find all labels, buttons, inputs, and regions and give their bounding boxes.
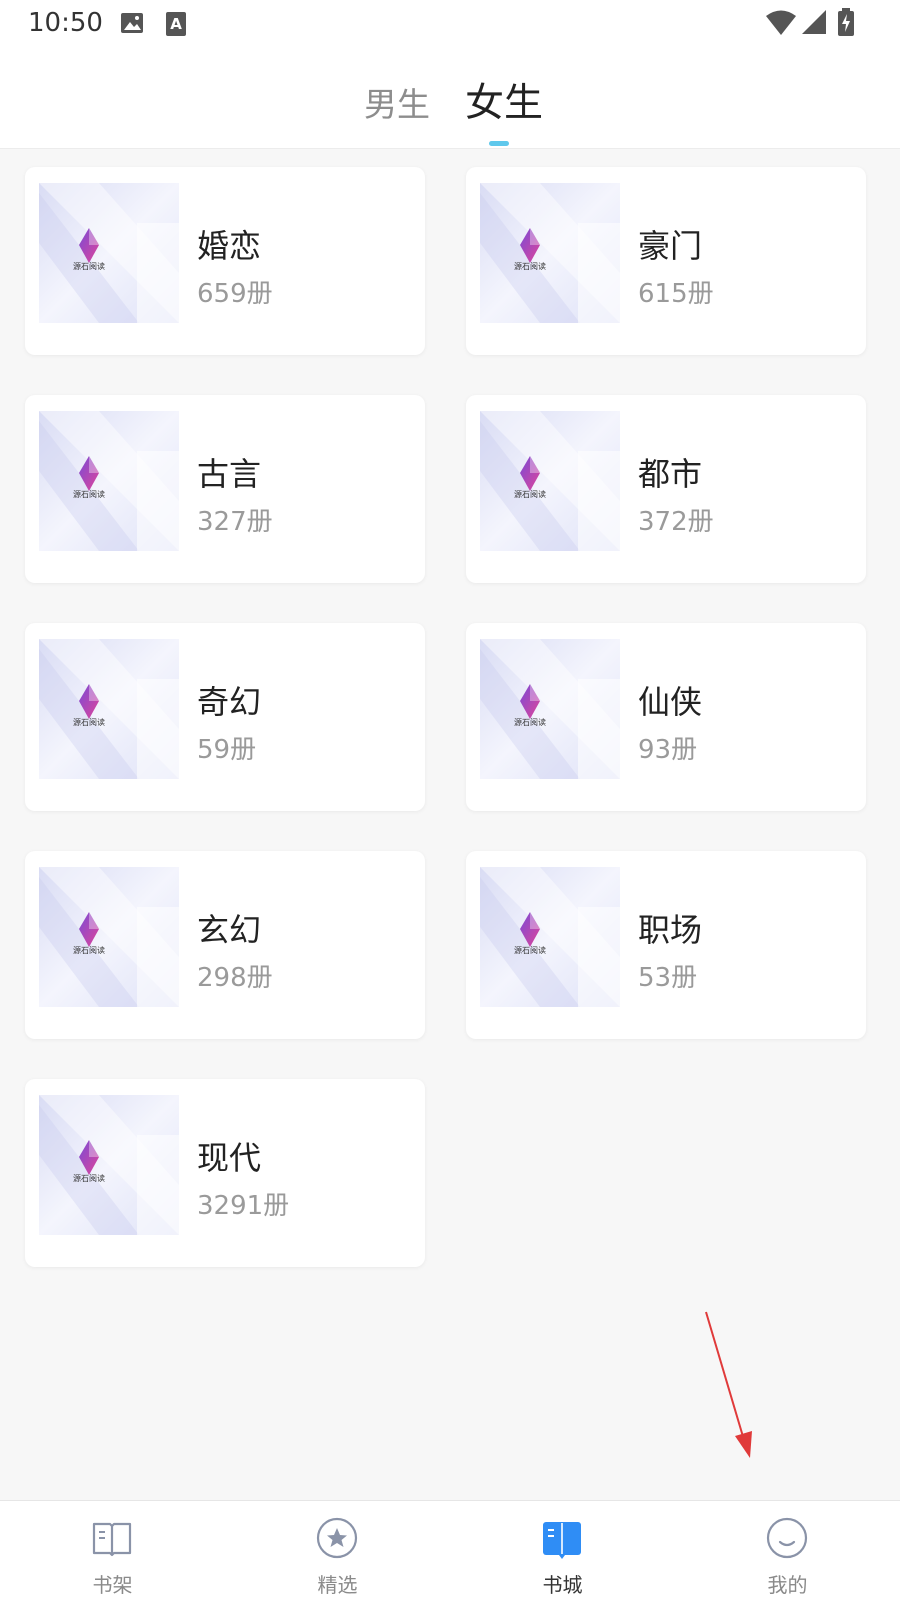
category-card[interactable]: 源石阅读 仙侠 93册	[466, 623, 866, 811]
category-name: 现代	[197, 1139, 262, 1177]
status-time: 10:50	[28, 8, 103, 38]
category-card[interactable]: 源石阅读 豪门 615册	[466, 167, 866, 355]
book-cover-image: 源石阅读	[480, 867, 620, 1007]
category-card[interactable]: 源石阅读 都市 372册	[466, 395, 866, 583]
category-count: 372册	[638, 507, 714, 537]
svg-text:源石阅读: 源石阅读	[514, 717, 546, 727]
nav-profile[interactable]: 我的	[675, 1501, 900, 1601]
category-card[interactable]: 源石阅读 奇幻 59册	[25, 623, 425, 811]
bottom-nav: 书架 精选 书城 我的	[0, 1500, 900, 1601]
svg-text:源石阅读: 源石阅读	[73, 261, 105, 271]
svg-text:A: A	[170, 15, 182, 33]
image-icon	[120, 12, 144, 38]
svg-text:源石阅读: 源石阅读	[73, 1173, 105, 1183]
book-cover-image: 源石阅读	[39, 1095, 179, 1235]
category-count: 615册	[638, 279, 714, 309]
category-name: 玄幻	[197, 911, 262, 949]
star-circle-icon	[316, 1517, 358, 1559]
category-name: 仙侠	[638, 683, 703, 721]
tab-male[interactable]: 男生	[364, 78, 430, 126]
book-cover-image: 源石阅读	[39, 183, 179, 323]
svg-text:源石阅读: 源石阅读	[73, 717, 105, 727]
wifi-icon	[766, 10, 796, 40]
nav-bookstore[interactable]: 书城	[450, 1501, 675, 1601]
book-cover-image: 源石阅读	[480, 183, 620, 323]
book-open-icon	[92, 1522, 132, 1557]
book-cover-image: 源石阅读	[480, 639, 620, 779]
font-a-icon: A	[166, 12, 186, 40]
category-name: 古言	[197, 455, 262, 493]
svg-text:源石阅读: 源石阅读	[73, 489, 105, 499]
book-cover-image: 源石阅读	[39, 639, 179, 779]
category-count: 3291册	[197, 1191, 290, 1221]
book-cover-image: 源石阅读	[480, 411, 620, 551]
category-card[interactable]: 源石阅读 现代 3291册	[25, 1079, 425, 1267]
book-cover-image: 源石阅读	[39, 867, 179, 1007]
category-card[interactable]: 源石阅读 婚恋 659册	[25, 167, 425, 355]
bookstore-icon	[543, 1522, 581, 1559]
category-count: 53册	[638, 963, 698, 993]
nav-label: 精选	[317, 1573, 358, 1597]
category-name: 奇幻	[197, 683, 262, 721]
smile-face-icon	[766, 1517, 808, 1559]
active-tab-indicator	[489, 141, 509, 146]
category-count: 327册	[197, 507, 273, 537]
category-count: 659册	[197, 279, 273, 309]
battery-charging-icon	[838, 8, 854, 40]
nav-label: 书城	[542, 1573, 583, 1597]
category-card[interactable]: 源石阅读 职场 53册	[466, 851, 866, 1039]
svg-text:源石阅读: 源石阅读	[514, 945, 546, 955]
category-name: 豪门	[638, 227, 703, 265]
svg-text:源石阅读: 源石阅读	[514, 261, 546, 271]
category-count: 59册	[197, 735, 257, 765]
nav-label: 我的	[767, 1573, 808, 1597]
category-card[interactable]: 源石阅读 玄幻 298册	[25, 851, 425, 1039]
nav-label: 书架	[92, 1573, 133, 1597]
category-card[interactable]: 源石阅读 古言 327册	[25, 395, 425, 583]
category-name: 都市	[638, 455, 703, 493]
book-cover-image: 源石阅读	[39, 411, 179, 551]
category-count: 93册	[638, 735, 698, 765]
svg-text:源石阅读: 源石阅读	[73, 945, 105, 955]
nav-featured[interactable]: 精选	[225, 1501, 450, 1601]
nav-bookshelf[interactable]: 书架	[0, 1501, 225, 1601]
gender-tabs: 男生 女生	[0, 50, 900, 149]
category-name: 婚恋	[197, 227, 262, 265]
category-count: 298册	[197, 963, 273, 993]
signal-icon	[802, 10, 826, 38]
svg-text:源石阅读: 源石阅读	[514, 489, 546, 499]
status-bar: 10:50 A	[0, 0, 900, 50]
tab-female[interactable]: 女生	[465, 72, 543, 128]
category-name: 职场	[638, 911, 703, 949]
